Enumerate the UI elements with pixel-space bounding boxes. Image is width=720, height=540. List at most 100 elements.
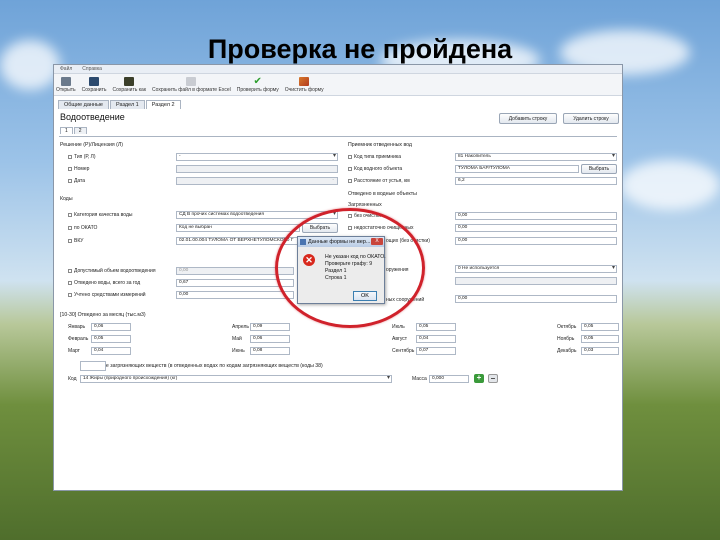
month-input[interactable]: 0,03 [581,347,619,355]
month-input[interactable]: 0,08 [250,347,290,355]
date-input[interactable]: - [176,177,338,185]
structures-input[interactable]: 0,00 [455,295,617,303]
months-header: [10-30] Отведено за месяц (тыс.м3) [60,312,146,318]
tab-section-1[interactable]: Раздел 1 [109,100,145,109]
row-tabs: 1 2 [60,127,87,134]
remove-pollutant-button[interactable]: – [488,374,498,383]
lock-icon [68,178,72,183]
plus-icon: + [476,373,482,382]
quality-label: Категория качества воды [68,212,132,218]
month-label: Июнь [232,348,245,354]
excel-icon [186,77,197,86]
month-input[interactable]: 0,05 [581,323,619,331]
receiver-type-select[interactable]: 81 Накопитель [455,153,617,161]
row-tab-1[interactable]: 1 [60,127,73,134]
receiver-type-label: Код типа приемника [348,154,401,160]
month-input[interactable]: 0,04 [91,347,131,355]
month-input[interactable]: 0,06 [250,335,290,343]
save-excel-button[interactable]: Сохранить файл в формате Excel [152,77,231,93]
pollutant-code-select[interactable]: 14 Жиры (природного происхождения) (кг) [80,375,392,383]
menu-help[interactable]: Справка [82,66,102,72]
month-label: Июль [392,324,405,330]
save-button[interactable]: Сохранить [82,77,107,93]
main-tabs: Общие данные Раздел 1 Раздел 2 [58,100,181,109]
month-label: Октябрь [557,324,577,330]
type-select[interactable]: - [176,153,338,161]
month-input[interactable]: 0,05 [581,335,619,343]
discharged-group-label: Отведено в водные объекты [348,191,417,197]
row-tab-2[interactable]: 2 [73,127,87,134]
month-input[interactable]: 0,09 [250,323,290,331]
water-code-label: Код водного объекта [348,166,402,172]
menu-file[interactable]: Файл [60,66,72,72]
disk-icon [124,77,135,86]
month-input[interactable]: 0,07 [416,347,456,355]
add-row-button[interactable]: Добавить строку [499,113,557,124]
month-input[interactable]: 0,05 [91,335,131,343]
facility-select[interactable]: 0 Не используется [455,265,617,273]
month-input[interactable]: 0,06 [91,323,131,331]
month-input[interactable]: 0,05 [416,323,456,331]
okato-label: по ОКАТО [68,225,97,231]
allowed-volume-label: Допустимый объем водоотведения [68,268,156,274]
lock-icon [68,280,72,285]
total-label: Отведено воды, всего за год [68,280,140,286]
vku-label: ВКУ [68,238,83,244]
delete-row-button[interactable]: Удалить строку [563,113,619,124]
section-title: Водоотведение [60,112,125,122]
lock-icon [68,292,72,297]
measured-label: Учтено средствами измерений [68,292,146,298]
broom-icon [299,77,310,86]
month-label: Август [392,336,408,342]
decision-group-label: Решение (Р)/Лицензия (Л) [60,142,123,148]
check-form-button[interactable]: ✔ Проверить форму [237,77,279,94]
month-label: Февраль [68,336,89,342]
number-label: Номер [68,166,89,172]
clear-form-button[interactable]: Очистить форму [285,77,324,93]
slide-title: Проверка не пройдена [207,34,513,64]
water-code-input[interactable]: ТУЛОМА БАР/ТУЛОМА [455,165,579,173]
pollutants-grid-corner [80,361,106,371]
disk-icon [89,77,100,86]
codes-group-label: Коды [60,196,73,202]
cloud [620,160,720,210]
lock-icon [68,154,72,159]
month-label: Ноябрь [557,336,575,342]
month-input[interactable]: 0,04 [416,335,456,343]
pollutants-header: не загрязняющих веществ (в отведенных во… [103,363,323,369]
measured-input[interactable]: 0,00 [176,291,294,299]
month-label: Январь [68,324,86,330]
okato-input[interactable]: Код не выбран [176,224,300,232]
cleaning-input[interactable]: 0,00 [455,237,617,245]
lock-icon [68,166,72,171]
mass-label: Масса [412,376,427,382]
month-label: Март [68,348,80,354]
lock-icon [68,225,72,230]
water-code-select-button[interactable]: Выбрать [581,164,617,174]
mass-input[interactable]: 0,000 [429,375,469,383]
month-label: Май [232,336,242,342]
month-label: Апрель [232,324,249,330]
month-label: Декабрь [557,348,577,354]
receiver-group-label: Приемник отведенных вод [348,142,412,148]
add-pollutant-button[interactable]: + [474,374,484,383]
insufficient-input[interactable]: 0,00 [455,224,617,232]
lock-icon [348,154,352,159]
minus-icon: – [490,374,496,383]
distance-label: Расстояние от устья, км [348,178,410,184]
tab-section-2[interactable]: Раздел 2 [145,100,181,109]
folder-icon [60,77,71,86]
menubar: Файл Справка [54,65,622,74]
lock-icon [68,238,72,243]
no-cleaning-input[interactable]: 0,00 [455,212,617,220]
highlight-ellipse [275,208,425,328]
panel-divider [59,136,617,137]
facility-extra-input[interactable] [455,277,617,285]
type-label: Тип (Р, Л) [68,154,96,160]
number-input[interactable] [176,165,338,173]
save-as-button[interactable]: Сохранить как [113,77,146,93]
tab-general[interactable]: Общие данные [58,100,109,109]
distance-input[interactable]: 6,2 [455,177,617,185]
date-label: Дата [68,178,85,184]
open-button[interactable]: Открыть [56,77,76,93]
